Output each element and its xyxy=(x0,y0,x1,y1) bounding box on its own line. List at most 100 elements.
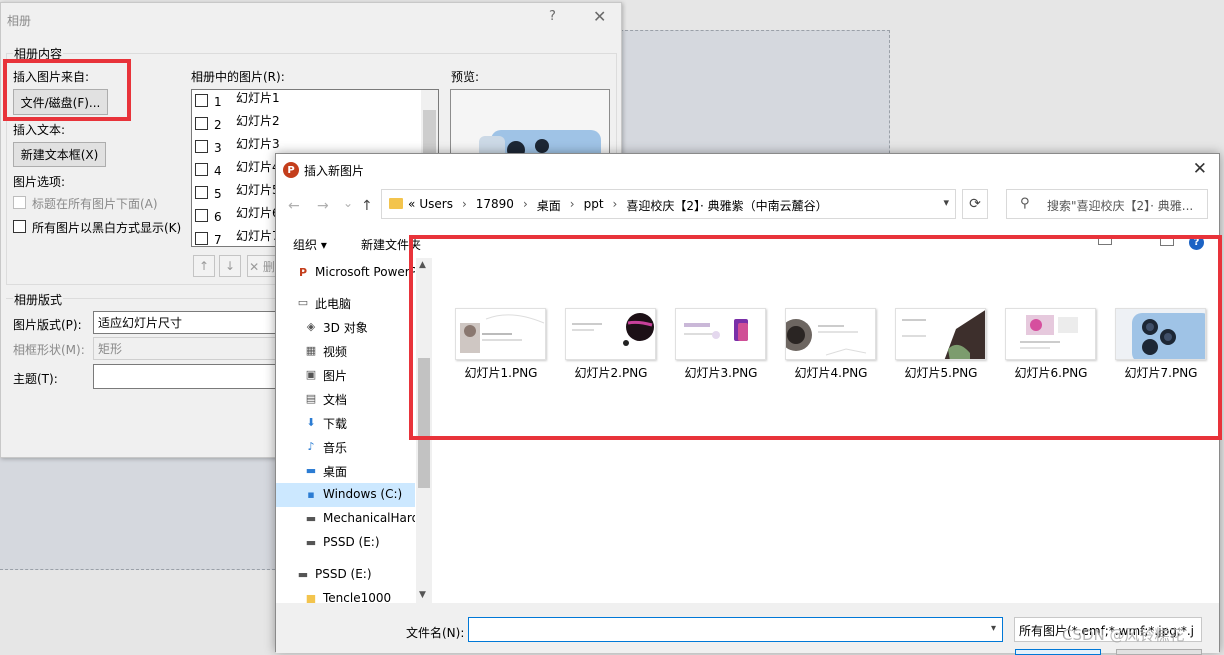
picture-checkbox[interactable] xyxy=(195,232,208,245)
sidebar-item[interactable]: ▬ MechanicalHard xyxy=(276,507,415,531)
file-item[interactable]: 幻灯片2.PNG xyxy=(556,308,656,388)
sidebar-item[interactable]: ▦ 视频 xyxy=(276,339,415,363)
search-icon: ⚲ xyxy=(1020,196,1030,211)
sidebar-item[interactable]: ▬ PSSD (E:) xyxy=(276,563,415,587)
file-item[interactable]: 幻灯片3.PNG xyxy=(666,308,766,388)
picture-name: 幻灯片1 xyxy=(236,91,280,105)
breadcrumb-item[interactable]: 17890 xyxy=(476,197,514,214)
picture-checkbox[interactable] xyxy=(195,163,208,176)
chevron-down-icon[interactable]: ▾ xyxy=(943,196,949,209)
picture-checkbox[interactable] xyxy=(195,209,208,222)
move-up-button[interactable]: ↑ xyxy=(193,255,215,277)
file-item[interactable]: 幻灯片7.PNG xyxy=(1106,308,1206,388)
navigation-scrollbar[interactable]: ▲ ▼ xyxy=(416,258,432,603)
file-disk-button[interactable]: 文件/磁盘(F)... xyxy=(13,89,108,115)
close-icon[interactable]: ✕ xyxy=(1193,159,1207,179)
breadcrumb-item[interactable]: Users xyxy=(419,197,453,214)
picture-number: 7 xyxy=(214,233,222,247)
sidebar-item-label: 视频 xyxy=(323,345,348,359)
help-button[interactable]: ? xyxy=(549,9,556,24)
dialog-titlebar: P 插入新图片 ✕ xyxy=(276,154,1219,185)
frame-shape-select[interactable]: 矩形 xyxy=(93,337,283,360)
file-item[interactable]: 幻灯片4.PNG xyxy=(776,308,876,388)
forward-icon[interactable]: → xyxy=(317,198,329,214)
insert-button[interactable] xyxy=(1015,649,1101,655)
picture-checkbox[interactable] xyxy=(195,94,208,107)
file-list: 幻灯片1.PNG 幻灯片2.PNG 幻灯片3.PNG 幻灯片4.PNG 幻灯片5… xyxy=(432,258,1221,603)
breadcrumb-item[interactable]: 桌面 xyxy=(537,197,561,214)
picture-checkbox[interactable] xyxy=(195,186,208,199)
search-input[interactable]: ⚲ 搜索"喜迎校庆【2】· 典雅... xyxy=(1006,189,1208,219)
sidebar-item[interactable]: ▬ 桌面 xyxy=(276,459,415,483)
sidebar-item[interactable]: ♪ 音乐 xyxy=(276,435,415,459)
picture-layout-select[interactable]: 适应幻灯片尺寸 xyxy=(93,311,283,334)
sidebar-item[interactable]: ▬ PSSD (E:) xyxy=(276,531,415,555)
sidebar-item[interactable]: P Microsoft PowerPoint xyxy=(276,261,415,285)
album-content-group-title: 相册内容 xyxy=(13,45,64,62)
sidebar-item-label: 音乐 xyxy=(323,441,348,455)
thumbnail-slide7 xyxy=(1115,308,1206,360)
sidebar-item[interactable]: ▭ 此电脑 xyxy=(276,291,415,315)
sidebar-item[interactable]: ◈ 3D 对象 xyxy=(276,315,415,339)
breadcrumb: « Users › 17890 › 桌面 › ppt › 喜迎校庆【2】· 典雅紫（中南… xyxy=(408,197,832,214)
chevron-right-icon[interactable]: › xyxy=(570,197,575,214)
bw-checkbox[interactable] xyxy=(13,220,26,233)
sidebar-item[interactable]: ▣ 图片 xyxy=(276,363,415,387)
view-options-icon[interactable] xyxy=(1098,236,1112,245)
remove-button[interactable]: ✕ 删 xyxy=(247,255,277,277)
move-down-button[interactable]: ↓ xyxy=(219,255,241,277)
breadcrumb-overflow[interactable]: « xyxy=(408,197,415,214)
list-item[interactable]: 2 幻灯片2 xyxy=(192,113,422,135)
close-icon[interactable]: ✕ xyxy=(593,7,606,26)
new-textbox-button[interactable]: 新建文本框(X) xyxy=(13,142,106,167)
dialog-title: 插入新图片 xyxy=(304,164,365,178)
recent-locations-icon[interactable]: ⌄ xyxy=(343,196,353,210)
chevron-down-icon[interactable]: ▾ xyxy=(991,623,996,634)
folder-icon xyxy=(389,198,403,209)
computer-icon: ▭ xyxy=(297,296,309,309)
breadcrumb-item[interactable]: ppt xyxy=(584,197,604,214)
cancel-button[interactable] xyxy=(1116,649,1202,655)
preview-pane-icon[interactable] xyxy=(1160,236,1174,246)
picture-checkbox[interactable] xyxy=(195,140,208,153)
filename-input[interactable]: ▾ xyxy=(468,617,1003,642)
command-bar: 组织 ▾ 新建文件夹 ? xyxy=(276,228,1219,258)
chevron-right-icon[interactable]: › xyxy=(462,197,467,214)
ppt-icon: P xyxy=(298,266,308,279)
chevron-right-icon[interactable]: › xyxy=(523,197,528,214)
back-icon[interactable]: ← xyxy=(288,198,300,214)
picture-number: 1 xyxy=(214,95,222,109)
breadcrumb-item[interactable]: 喜迎校庆【2】· 典雅紫（中南云麓谷） xyxy=(626,197,827,214)
theme-field[interactable] xyxy=(93,364,283,389)
chevron-right-icon[interactable]: › xyxy=(613,197,618,214)
album-layout-group-title: 相册版式 xyxy=(13,291,64,308)
scroll-up-icon[interactable]: ▲ xyxy=(419,260,426,270)
sidebar-item[interactable]: ⬇ 下载 xyxy=(276,411,415,435)
thumbnail-slide2 xyxy=(565,308,656,360)
thumbnail-slide5 xyxy=(895,308,986,360)
address-bar[interactable]: « Users › 17890 › 桌面 › ppt › 喜迎校庆【2】· 典雅紫（中南… xyxy=(381,189,956,219)
file-item[interactable]: 幻灯片5.PNG xyxy=(886,308,986,388)
pictures-icon: ▣ xyxy=(305,368,317,381)
search-placeholder: 搜索"喜迎校庆【2】· 典雅... xyxy=(1047,199,1194,213)
file-item[interactable]: 幻灯片6.PNG xyxy=(996,308,1096,388)
picture-number: 4 xyxy=(214,164,222,178)
insert-text-label: 插入文本: xyxy=(13,123,66,137)
new-folder-button[interactable]: 新建文件夹 xyxy=(361,236,421,253)
file-item[interactable]: 幻灯片1.PNG xyxy=(446,308,546,388)
help-icon[interactable]: ? xyxy=(1189,235,1204,250)
thumbnail-slide6 xyxy=(1005,308,1096,360)
refresh-button[interactable]: ⟳ xyxy=(962,189,988,219)
picture-name: 幻灯片5 xyxy=(236,183,280,197)
picture-checkbox[interactable] xyxy=(195,117,208,130)
sidebar-item[interactable]: ■ Tencle1000 xyxy=(276,587,415,603)
scroll-down-icon[interactable]: ▼ xyxy=(419,590,426,600)
sidebar-item-label: 下载 xyxy=(323,417,348,431)
up-icon[interactable]: ↑ xyxy=(361,198,373,214)
list-item[interactable]: 1 幻灯片1 xyxy=(192,90,422,112)
sidebar-item[interactable]: ▪ Windows (C:) xyxy=(276,483,415,507)
scroll-thumb[interactable] xyxy=(418,358,430,488)
organize-button[interactable]: 组织 ▾ xyxy=(293,236,327,253)
sidebar-item[interactable]: ▤ 文档 xyxy=(276,387,415,411)
caption-checkbox[interactable] xyxy=(13,196,26,209)
